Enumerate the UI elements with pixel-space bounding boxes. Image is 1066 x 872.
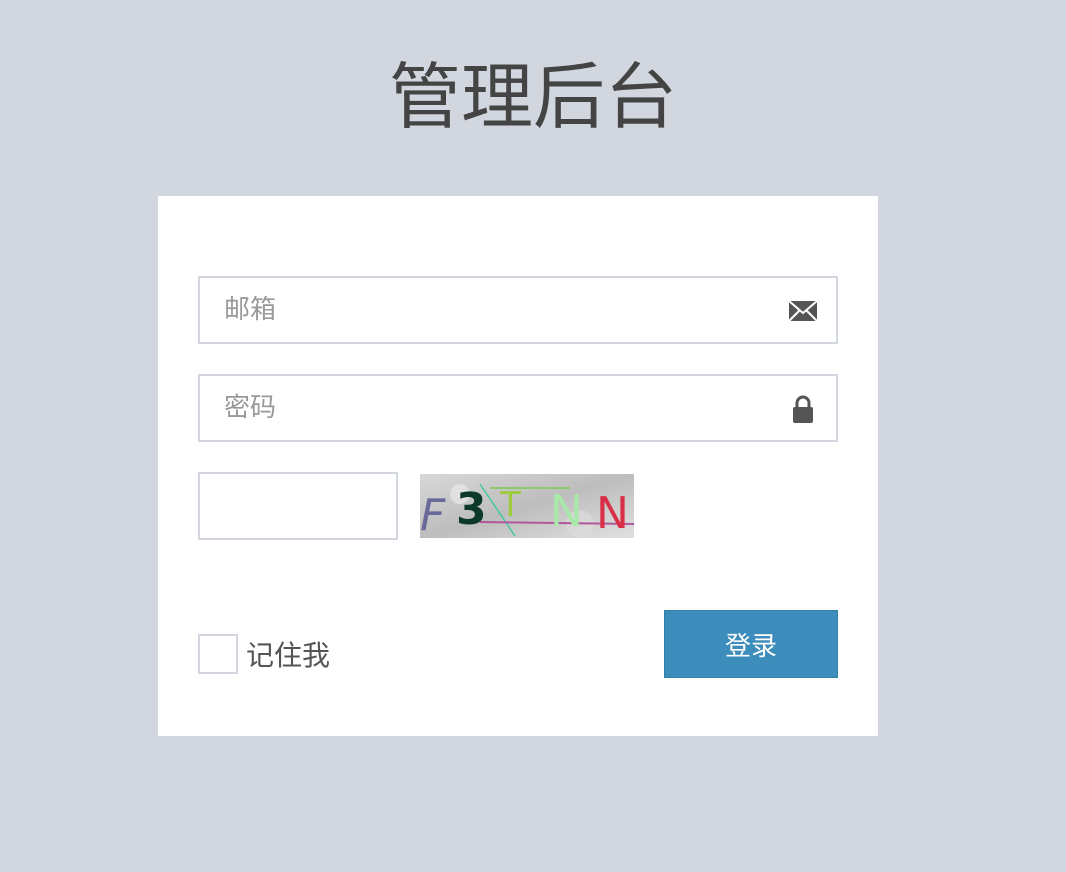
password-field-wrapper: [198, 374, 838, 442]
email-input[interactable]: [200, 278, 784, 342]
remember-label: 记住我: [246, 639, 331, 672]
captcha-char-1: F: [420, 490, 446, 538]
captcha-image[interactable]: F 3 T N N: [420, 474, 635, 541]
captcha-char-4: N: [550, 486, 583, 537]
password-input[interactable]: [200, 376, 784, 440]
lock-icon: [788, 394, 818, 424]
captcha-char-3: T: [499, 485, 521, 525]
captcha-char-2: 3: [456, 484, 487, 535]
envelope-icon: [788, 296, 818, 326]
login-button[interactable]: 登录: [664, 610, 838, 678]
remember-me[interactable]: 记住我: [198, 632, 330, 676]
captcha-input[interactable]: [200, 474, 396, 538]
captcha-char-5: N: [596, 488, 629, 538]
page-title: 管理后台: [388, 55, 677, 139]
email-field-wrapper: [198, 276, 838, 344]
captcha-field-wrapper: [198, 472, 398, 540]
login-card: F 3 T N N 记住我 登录: [158, 196, 878, 736]
remember-checkbox[interactable]: [198, 634, 238, 674]
